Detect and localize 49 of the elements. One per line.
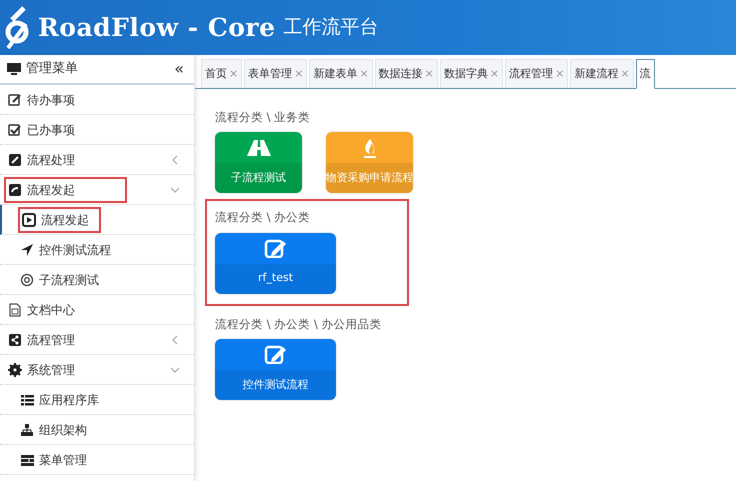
sidebar-item[interactable]: 流程管理: [0, 325, 194, 355]
sidebar-item[interactable]: 流程发起: [0, 205, 194, 235]
edit-icon: [264, 238, 288, 258]
sidebar-item[interactable]: 组织架构: [0, 415, 194, 445]
panel-title: 管理菜单: [26, 60, 79, 78]
tab[interactable]: 数据字典 ×: [440, 59, 504, 88]
play-square-icon: [22, 212, 37, 226]
process-card[interactable]: rf_test: [215, 232, 336, 294]
highlight-frame: 流程发起: [8, 180, 123, 198]
tab[interactable]: 数据连接 ×: [374, 59, 438, 88]
document-icon: [8, 302, 23, 316]
paper-plane-icon: [20, 242, 35, 256]
tab[interactable]: 新建流程 ×: [570, 59, 634, 88]
sitemap-icon: [20, 422, 35, 436]
edit-icon: [264, 344, 288, 364]
road-icon: [246, 138, 270, 158]
sidebar-item[interactable]: 流程处理: [0, 145, 194, 175]
tab[interactable]: 流程管理 ×: [505, 59, 568, 88]
sidebar-item[interactable]: 已办事项: [0, 115, 194, 145]
tab[interactable]: 流: [636, 59, 655, 89]
pencil-square-icon: [8, 152, 23, 166]
highlight-frame: 流程发起: [22, 210, 97, 228]
sidebar-item[interactable]: 控件测试流程: [0, 235, 194, 265]
tab[interactable]: 表单管理 ×: [244, 59, 308, 88]
tab[interactable]: 首页 ×: [201, 59, 242, 88]
collapse-button[interactable]: «: [174, 57, 184, 81]
process-card[interactable]: 控件测试流程: [215, 338, 336, 400]
list-icon: [20, 392, 35, 406]
sidebar-item[interactable]: 流程发起: [0, 175, 194, 205]
checkbox-icon: [8, 122, 23, 136]
sidebar-item[interactable]: 文档中心: [0, 295, 194, 325]
app-subtitle: 工作流平台: [284, 15, 379, 40]
sidebar-item[interactable]: 菜单管理: [0, 445, 194, 475]
sidebar-item[interactable]: 子流程测试: [0, 265, 194, 295]
tab[interactable]: 新建表单 ×: [309, 59, 373, 88]
menu-icon: [20, 452, 35, 466]
gear-icon: [8, 362, 23, 376]
logo-icon: [4, 6, 30, 50]
sidebar-item[interactable]: 系统管理: [0, 355, 194, 385]
app-title: RoadFlow - Core: [38, 12, 276, 44]
monitor-icon: [6, 62, 22, 76]
sidebar-item[interactable]: 应用程序库: [0, 385, 194, 415]
sidebar-item[interactable]: 待办事项: [0, 85, 194, 115]
category-path: 流程分类 \ 业务类: [215, 109, 312, 126]
category-path: 流程分类 \ 办公类 \ 办公用品类: [215, 316, 382, 332]
edit-icon: [8, 92, 23, 106]
process-card[interactable]: 子流程测试: [215, 132, 302, 194]
share-icon: [8, 332, 23, 346]
category-path: 流程分类 \ 办公类: [215, 209, 312, 226]
